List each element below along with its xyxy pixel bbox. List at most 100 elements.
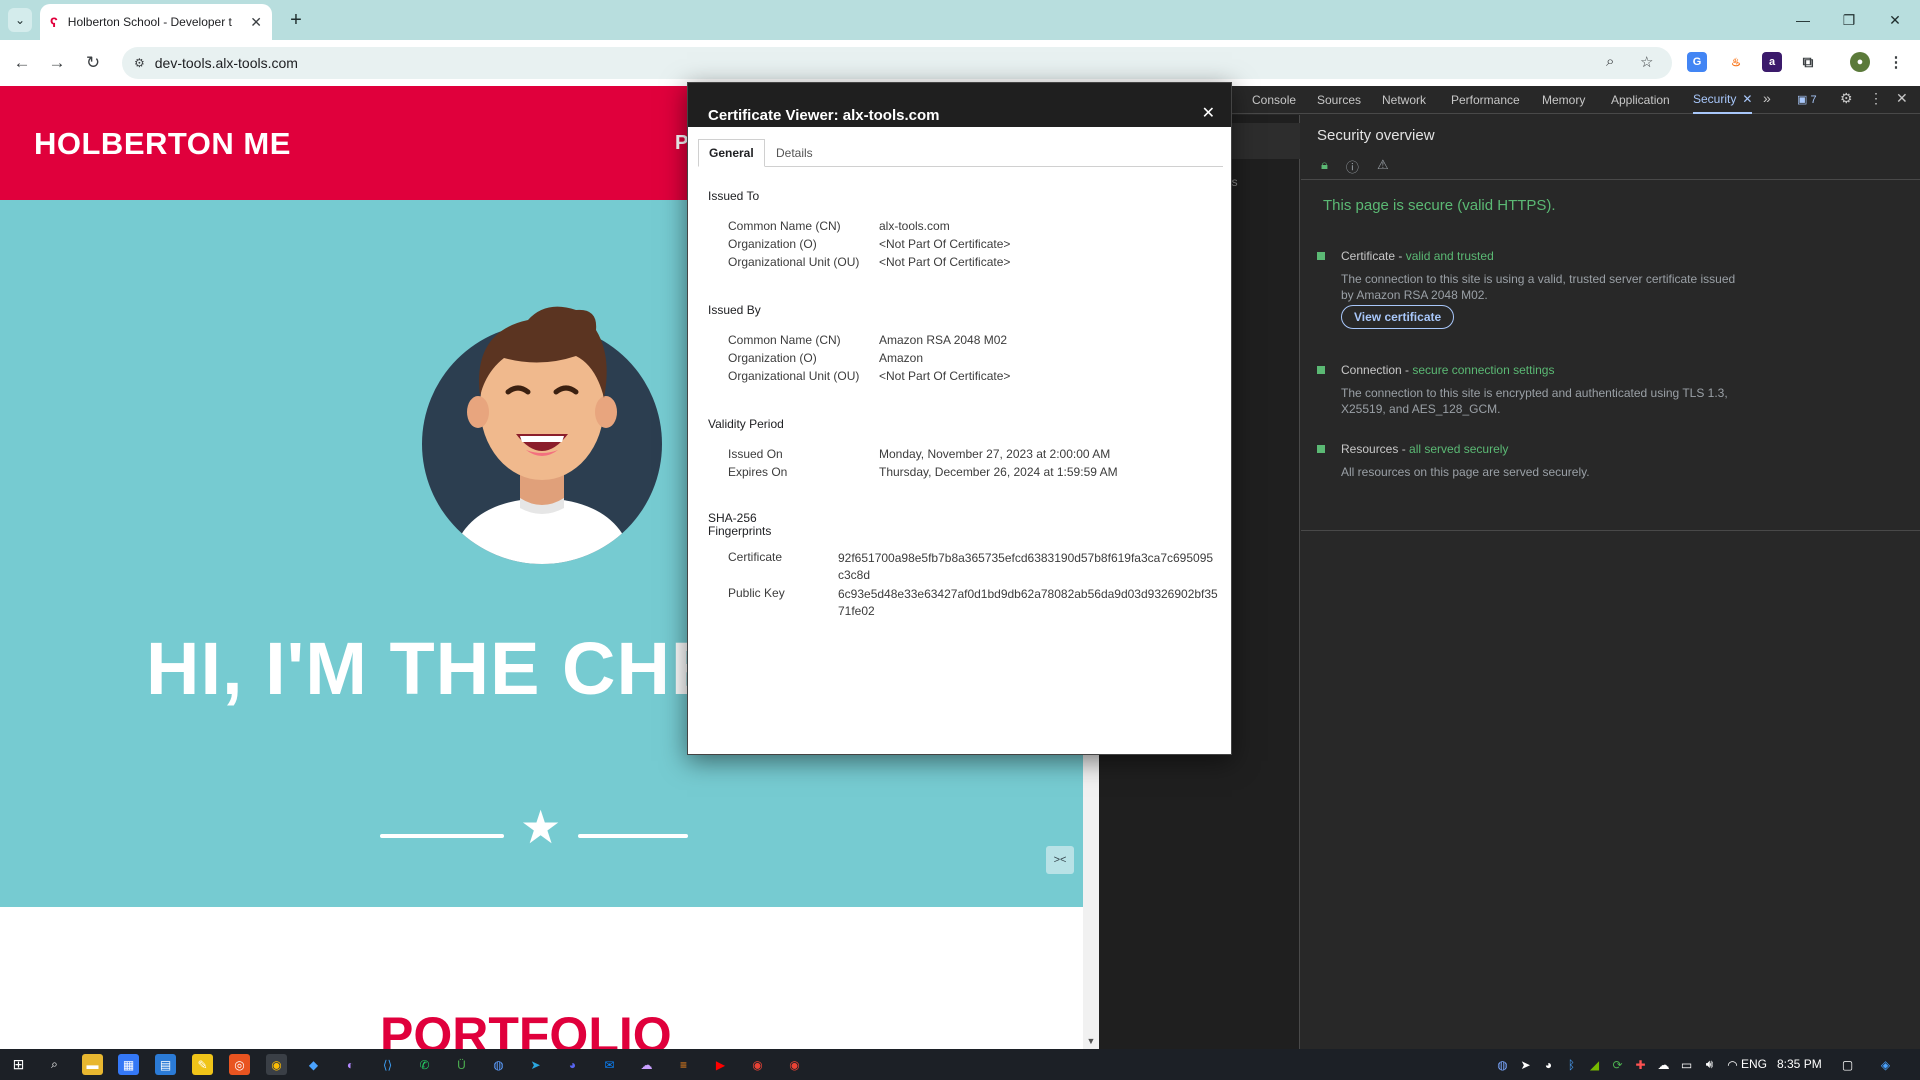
vscode-icon[interactable]: ⟨⟩ <box>377 1054 398 1075</box>
browser-toolbar: ← → ↻ ⚙ dev-tools.alx-tools.com ⌕ ☆ <box>0 40 1920 86</box>
site-info-icon[interactable]: ⚙ <box>134 56 145 70</box>
translate-extension-icon[interactable]: G <box>1687 52 1707 72</box>
site-brand[interactable]: HOLBERTON ME <box>34 126 291 162</box>
view-certificate-button[interactable]: View certificate <box>1341 305 1455 329</box>
tray-security-icon[interactable]: ✚ <box>1630 1054 1651 1075</box>
tray-cloud-icon[interactable]: ☁ <box>1653 1054 1674 1075</box>
battery-icon[interactable]: ▭ <box>1676 1054 1697 1075</box>
tab-general[interactable]: General <box>698 139 765 167</box>
bookmark-star-icon[interactable]: ☆ <box>1640 53 1653 71</box>
key-fingerprint-label: Public Key <box>728 586 785 600</box>
tab-application[interactable]: Application <box>1611 86 1670 114</box>
close-dialog-icon[interactable]: ✕ <box>1202 103 1215 123</box>
volume-icon[interactable]: 🔊︎ <box>1699 1054 1720 1075</box>
issued-by-o-label: Organization (O) <box>728 351 817 365</box>
chrome-app-icon[interactable]: ◉ <box>784 1054 805 1075</box>
hero-title: HI, I'M THE CHE <box>146 627 722 710</box>
clock[interactable]: 8:35 PM <box>1777 1057 1822 1071</box>
close-devtools-icon[interactable]: ✕ <box>1896 90 1908 107</box>
tab-search-button[interactable]: ⌄ <box>8 8 32 32</box>
windows-taskbar: ⊞ ⌕ ▬ ▦ ▤ ✎ ◎ ◉ ◆ ◐ ⟨⟩ ✆ Ü ◍ ➤ ◕ ✉ ☁ ≡ ▶… <box>0 1049 1920 1080</box>
zoom-icon[interactable]: ⌕ <box>1606 53 1614 70</box>
dialog-title: Certificate Viewer: alx-tools.com <box>708 107 940 124</box>
more-tabs-icon[interactable]: » <box>1763 90 1771 106</box>
issued-on-label: Issued On <box>728 447 783 461</box>
wifi-icon[interactable]: ◠ <box>1722 1054 1743 1075</box>
extensions-puzzle-icon[interactable]: ⧉ <box>1798 52 1818 72</box>
connection-highlight: secure connection settings <box>1412 363 1555 377</box>
scroll-down-arrow-icon[interactable]: ▼ <box>1083 1033 1099 1049</box>
youtube-icon[interactable]: ▶ <box>710 1054 731 1075</box>
cloud-app-icon[interactable]: ☁ <box>636 1054 657 1075</box>
restore-button[interactable]: ❐ <box>1826 0 1872 40</box>
discord-icon[interactable]: ◕ <box>562 1054 583 1075</box>
notes-icon[interactable]: ✎ <box>192 1054 213 1075</box>
store-icon[interactable]: ▦ <box>118 1054 139 1075</box>
status-square-icon <box>1317 445 1325 453</box>
issued-to-cn-label: Common Name (CN) <box>728 219 841 233</box>
tray-sync-icon[interactable]: ⟳ <box>1607 1054 1628 1075</box>
tray-app-icon[interactable]: ◍ <box>1492 1054 1513 1075</box>
reload-button[interactable]: ↻ <box>79 49 107 77</box>
language-indicator[interactable]: ENG <box>1741 1057 1767 1071</box>
resources-item: Resources - all served securely All reso… <box>1317 442 1877 482</box>
tab-console[interactable]: Console <box>1252 86 1296 114</box>
telegram-icon[interactable]: ➤ <box>525 1054 546 1075</box>
address-bar[interactable]: ⚙ dev-tools.alx-tools.com ⌕ ☆ <box>122 47 1672 79</box>
search-icon[interactable]: ⌕ <box>44 1054 65 1075</box>
warning-icon: ⚠ <box>1376 157 1389 172</box>
copilot-icon[interactable]: ◈ <box>1875 1054 1896 1075</box>
sublime-icon[interactable]: ≡ <box>673 1054 694 1075</box>
ubuntu-icon[interactable]: ◎ <box>229 1054 250 1075</box>
security-status: This page is secure (valid HTTPS). <box>1323 197 1556 214</box>
tab-network[interactable]: Network <box>1382 86 1426 114</box>
calculator-icon[interactable]: ▤ <box>155 1054 176 1075</box>
issued-to-heading: Issued To <box>708 189 760 203</box>
nvidia-icon[interactable]: ◢ <box>1584 1054 1605 1075</box>
back-button[interactable]: ← <box>8 49 36 77</box>
close-window-button[interactable]: ✕ <box>1872 0 1918 40</box>
issued-to-cn-value: alx-tools.com <box>879 219 950 233</box>
collapse-icon[interactable]: >< <box>1046 846 1074 874</box>
settings-gear-icon[interactable]: ⚙ <box>1840 90 1853 107</box>
profile-avatar[interactable]: ● <box>1850 52 1870 72</box>
divider-line-right <box>578 834 688 838</box>
close-tab-icon[interactable]: ✕ <box>1742 92 1752 106</box>
tab-performance[interactable]: Performance <box>1451 86 1520 114</box>
browser-tab[interactable]: ʕ Holberton School - Developer t ✕ <box>40 4 272 40</box>
issues-icon: ▣ <box>1797 94 1808 106</box>
certificate-description: The connection to this site is using a v… <box>1341 272 1736 302</box>
bluetooth-icon[interactable]: ᛒ <box>1561 1054 1582 1075</box>
tab-security[interactable]: Security ✕ <box>1693 86 1753 114</box>
devtools-menu-icon[interactable]: ⋮ <box>1869 90 1883 107</box>
lock-icon: 🔒︎ <box>1321 157 1328 172</box>
outlook-icon[interactable]: ✉ <box>599 1054 620 1075</box>
forward-button[interactable]: → <box>43 49 71 77</box>
github-icon[interactable]: ◐ <box>340 1054 361 1075</box>
close-tab-icon[interactable]: ✕ <box>250 14 262 31</box>
tab-details[interactable]: Details <box>766 139 823 167</box>
bird-app-icon[interactable]: ◆ <box>303 1054 324 1075</box>
globe-app-icon[interactable]: ◍ <box>488 1054 509 1075</box>
upwork-icon[interactable]: Ü <box>451 1054 472 1075</box>
issues-counter[interactable]: ▣ 7 <box>1797 93 1817 106</box>
tab-sources[interactable]: Sources <box>1317 86 1361 114</box>
tray-discord-icon[interactable]: ◕ <box>1538 1054 1559 1075</box>
expires-on-value: Thursday, December 26, 2024 at 1:59:59 A… <box>879 465 1118 479</box>
tray-telegram-icon[interactable]: ➤ <box>1515 1054 1536 1075</box>
fire-extension-icon[interactable]: ♨ <box>1726 52 1746 72</box>
expires-on-label: Expires On <box>728 465 788 479</box>
minimize-button[interactable]: — <box>1780 0 1826 40</box>
tab-memory[interactable]: Memory <box>1542 86 1585 114</box>
windows-start-icon[interactable]: ⊞ <box>8 1054 29 1075</box>
dialog-tabs: General Details <box>698 139 1223 167</box>
security-summary-icons: 🔒︎ ⓘ ⚠ <box>1321 157 1389 176</box>
chrome-icon[interactable]: ◉ <box>266 1054 287 1075</box>
browser-menu-icon[interactable]: ⋮ <box>1886 52 1906 72</box>
file-explorer-icon[interactable]: ▬ <box>82 1054 103 1075</box>
alx-extension-icon[interactable]: a <box>1762 52 1782 72</box>
chrome-profile-icon[interactable]: ◉ <box>747 1054 768 1075</box>
notification-icon[interactable]: ▢ <box>1837 1054 1858 1075</box>
new-tab-button[interactable]: + <box>282 6 310 34</box>
whatsapp-icon[interactable]: ✆ <box>414 1054 435 1075</box>
